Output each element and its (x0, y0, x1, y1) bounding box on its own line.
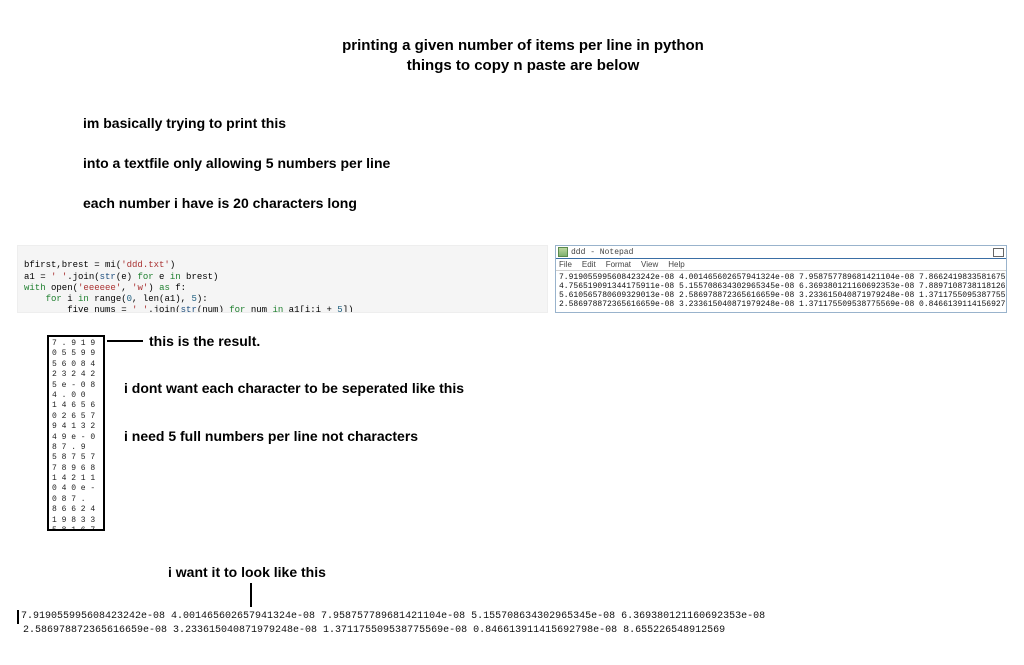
title-line-1: printing a given number of items per lin… (243, 36, 803, 56)
menu-format[interactable]: Format (606, 260, 631, 269)
caption-2: i need 5 full numbers per line not chara… (124, 428, 418, 444)
notepad-titlebar: ddd - Notepad (556, 246, 1006, 259)
page-title: printing a given number of items per lin… (243, 36, 803, 77)
want-label: i want it to look like this (168, 564, 326, 580)
notepad-window: ddd - Notepad File Edit Format View Help… (555, 245, 1007, 313)
intro-line-1: im basically trying to print this (83, 115, 286, 131)
notepad-icon (558, 247, 568, 257)
intro-line-3: each number i have is 20 characters long (83, 195, 357, 211)
maximize-icon[interactable] (993, 248, 1004, 257)
menu-edit[interactable]: Edit (582, 260, 596, 269)
result-pointer-line (107, 340, 143, 342)
title-line-2: things to copy n paste are below (243, 56, 803, 76)
notepad-menubar: File Edit Format View Help (556, 259, 1006, 271)
code-block: bfirst,brest = mi('ddd.txt') a1 = ' '.jo… (17, 245, 548, 313)
menu-help[interactable]: Help (668, 260, 684, 269)
caption-1: i dont want each character to be seperat… (124, 380, 464, 396)
result-box: 7 . 9 1 90 5 5 9 95 6 0 8 42 3 2 4 25 e … (47, 335, 105, 531)
intro-line-2: into a textfile only allowing 5 numbers … (83, 155, 390, 171)
result-label: this is the result. (149, 333, 260, 349)
notepad-title: ddd - Notepad (571, 248, 633, 257)
menu-file[interactable]: File (559, 260, 572, 269)
desired-output: 7.919055995608423242e-08 4.0014656026579… (17, 610, 1007, 638)
want-pointer-line (250, 583, 252, 607)
menu-view[interactable]: View (641, 260, 658, 269)
notepad-body: 7.919055995608423242e-08 4.0014656026579… (556, 271, 1006, 311)
